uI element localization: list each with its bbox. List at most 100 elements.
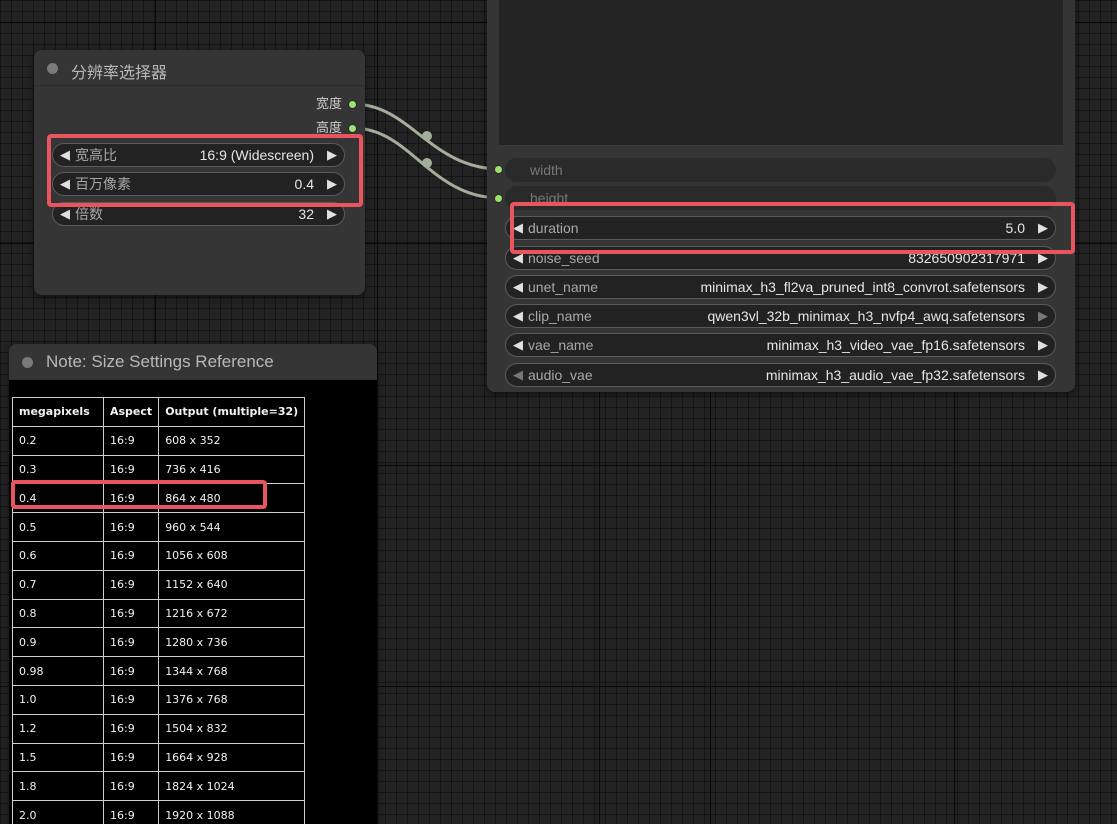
table-row: 0.3 16:9 736 x 416: [12, 454, 306, 485]
table-cell: 16:9: [102, 713, 160, 744]
table-cell: 1056 x 608: [158, 540, 306, 571]
table-cell: 0.2: [12, 425, 104, 456]
input-slot-height[interactable]: [494, 194, 503, 203]
widget-value: 16:9 (Widescreen): [199, 147, 314, 163]
widget-value: 0.4: [294, 176, 314, 192]
increment-arrow-icon[interactable]: ▶: [1035, 217, 1051, 239]
node-title-bar[interactable]: 分辨率选择器: [34, 50, 365, 86]
decrement-arrow-icon[interactable]: ◀: [57, 144, 73, 166]
input-label: height: [530, 190, 569, 206]
widget-value: 5.0: [1005, 220, 1025, 236]
table-cell: 1.0: [12, 684, 104, 715]
increment-arrow-icon[interactable]: ▶: [1035, 305, 1051, 327]
table-cell: 736 x 416: [158, 454, 306, 485]
widget-label: audio_vae: [528, 367, 593, 383]
input-slot-width[interactable]: [494, 165, 503, 174]
widget-noise-seed[interactable]: ◀ noise_seed 832650902317971 ▶: [505, 246, 1056, 270]
table-cell: 0.4: [12, 483, 104, 514]
size-reference-table: megapixels Aspect Output (multiple=32) 0…: [12, 397, 306, 824]
output-label-height: 高度: [315, 120, 342, 135]
table-row: 0.4 16:9 864 x 480: [12, 483, 306, 514]
collapse-dot-icon[interactable]: [47, 63, 58, 74]
widget-label: 宽高比: [75, 147, 117, 163]
widget-duration[interactable]: ◀ duration 5.0 ▶: [505, 216, 1056, 240]
widget-label: 百万像素: [75, 176, 131, 192]
link-midpoint: [422, 131, 432, 141]
model-loader-node[interactable]: width height ◀ duration 5.0 ▶ ◀ noise_se…: [487, 0, 1075, 392]
column-header: Output (multiple=32): [158, 397, 306, 427]
decrement-arrow-icon[interactable]: ◀: [57, 173, 73, 195]
table-row: 1.2 16:9 1504 x 832: [12, 713, 306, 744]
table-cell: 0.8: [12, 598, 104, 629]
table-cell: 0.98: [12, 656, 104, 686]
increment-arrow-icon[interactable]: ▶: [1035, 247, 1051, 269]
decrement-arrow-icon[interactable]: ◀: [510, 364, 526, 386]
widget-value: minimax_h3_video_vae_fp16.safetensors: [766, 337, 1025, 353]
widget-audio-vae[interactable]: ◀ audio_vae minimax_h3_audio_vae_fp32.sa…: [505, 363, 1056, 387]
table-cell: 0.7: [12, 569, 104, 600]
increment-arrow-icon[interactable]: ▶: [324, 144, 340, 166]
increment-arrow-icon[interactable]: ▶: [324, 203, 340, 225]
table-cell: 1216 x 672: [158, 598, 306, 629]
input-height[interactable]: height: [505, 186, 1056, 210]
table-cell: 1664 x 928: [158, 742, 306, 773]
table-cell: 1504 x 832: [158, 713, 306, 744]
increment-arrow-icon[interactable]: ▶: [1035, 334, 1051, 356]
table-cell: 1920 x 1088: [158, 800, 306, 824]
table-cell: 2.0: [12, 800, 104, 824]
table-cell: 0.9: [12, 627, 104, 658]
table-cell: 16:9: [102, 800, 160, 824]
node-title-bar[interactable]: Note: Size Settings Reference: [9, 344, 377, 380]
decrement-arrow-icon[interactable]: ◀: [510, 305, 526, 327]
decrement-arrow-icon[interactable]: ◀: [510, 276, 526, 298]
table-cell: 1152 x 640: [158, 569, 306, 600]
output-label-width: 宽度: [315, 96, 342, 111]
widget-label: 倍数: [75, 206, 103, 222]
table-row: 0.6 16:9 1056 x 608: [12, 540, 306, 571]
table-cell: 1376 x 768: [158, 684, 306, 715]
widget-value: minimax_h3_audio_vae_fp32.safetensors: [765, 367, 1025, 383]
output-slot-width[interactable]: [348, 100, 357, 109]
table-cell: 16:9: [102, 627, 160, 658]
table-cell: 16:9: [102, 569, 160, 600]
widget-label: noise_seed: [528, 250, 600, 266]
table-cell: 960 x 544: [158, 512, 306, 542]
output-slot-height[interactable]: [348, 124, 357, 133]
widget-clip-name[interactable]: ◀ clip_name qwen3vl_32b_minimax_h3_nvfp4…: [505, 304, 1056, 328]
table-cell: 16:9: [102, 771, 160, 802]
table-cell: 608 x 352: [158, 425, 306, 456]
column-header: Aspect: [102, 397, 160, 427]
table-cell: 1344 x 768: [158, 656, 306, 686]
column-header: megapixels: [12, 397, 104, 427]
decrement-arrow-icon[interactable]: ◀: [510, 334, 526, 356]
table-cell: 16:9: [102, 512, 160, 542]
widget-megapixels[interactable]: ◀ 百万像素 0.4 ▶: [52, 172, 345, 196]
decrement-arrow-icon[interactable]: ◀: [57, 203, 73, 225]
widget-label: clip_name: [528, 308, 592, 324]
table-cell: 0.3: [12, 454, 104, 485]
table-cell: 1.2: [12, 713, 104, 744]
table-body: 0.2 16:9 608 x 352 0.3 16:9 736 x 416 0.4 16:9 8…: [12, 425, 306, 824]
widget-unet-name[interactable]: ◀ unet_name minimax_h3_fl2va_pruned_int8…: [505, 275, 1056, 299]
widget-vae-name[interactable]: ◀ vae_name minimax_h3_video_vae_fp16.saf…: [505, 333, 1056, 357]
increment-arrow-icon[interactable]: ▶: [1035, 364, 1051, 386]
collapse-dot-icon[interactable]: [22, 357, 33, 368]
table-row: 2.0 16:9 1920 x 1088: [12, 800, 306, 824]
resolution-selector-node[interactable]: 分辨率选择器 宽度 高度 ◀ 宽高比 16:9 (Widescreen) ▶ ◀…: [34, 50, 365, 295]
link-midpoint: [422, 158, 432, 168]
decrement-arrow-icon[interactable]: ◀: [510, 217, 526, 239]
increment-arrow-icon[interactable]: ▶: [1035, 276, 1051, 298]
input-width[interactable]: width: [505, 158, 1056, 182]
widget-multiple[interactable]: ◀ 倍数 32 ▶: [52, 202, 345, 226]
widget-aspect-ratio[interactable]: ◀ 宽高比 16:9 (Widescreen) ▶: [52, 143, 345, 167]
widget-label: vae_name: [528, 337, 594, 353]
table-cell: 1824 x 1024: [158, 771, 306, 802]
widget-value: 32: [298, 206, 314, 222]
table-cell: 0.6: [12, 540, 104, 571]
table-row: 0.5 16:9 960 x 544: [12, 512, 306, 542]
widget-label: unet_name: [528, 279, 599, 295]
increment-arrow-icon[interactable]: ▶: [324, 173, 340, 195]
table-cell: 1.5: [12, 742, 104, 773]
decrement-arrow-icon[interactable]: ◀: [510, 247, 526, 269]
widget-value: qwen3vl_32b_minimax_h3_nvfp4_awq.safeten…: [707, 308, 1025, 324]
